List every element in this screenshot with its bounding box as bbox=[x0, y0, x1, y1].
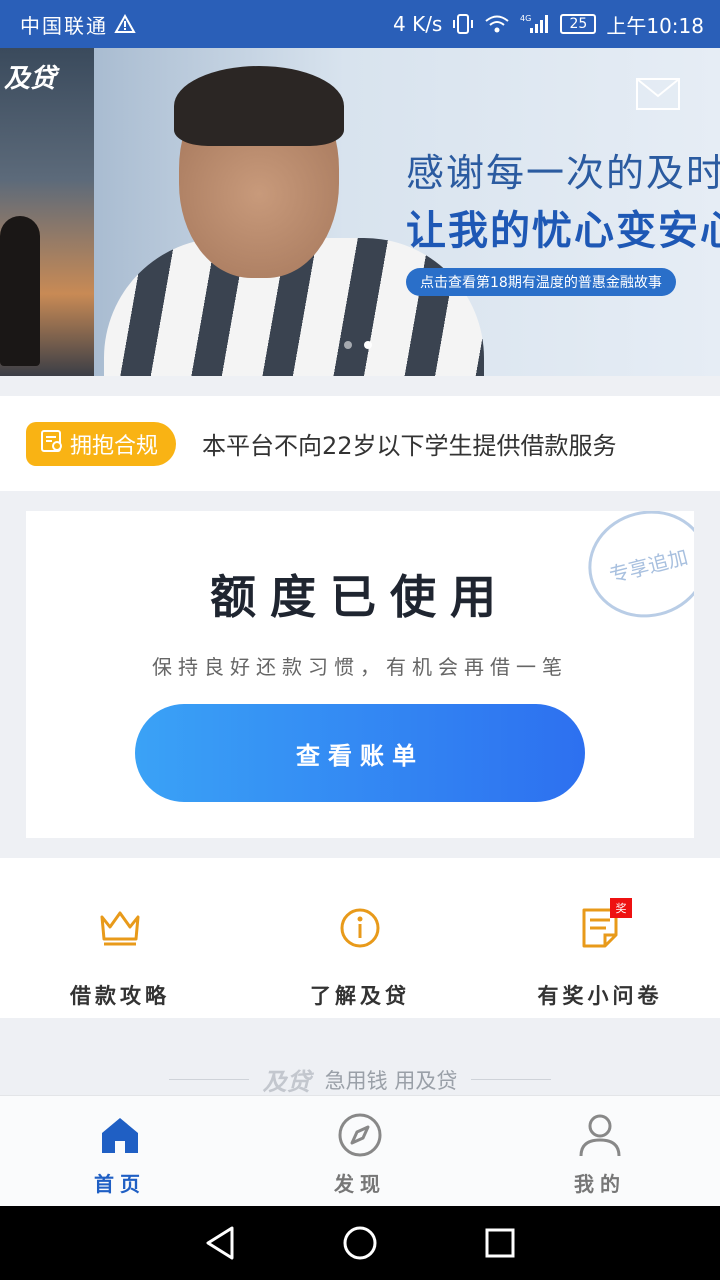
banner-prev-slide[interactable]: 及贷 bbox=[0, 48, 94, 376]
quick-action-label: 有奖小问卷 bbox=[537, 983, 663, 1008]
status-bar: 中国联通 4 K/s 4G 25 上午10:18 bbox=[0, 0, 720, 48]
quick-action-survey[interactable]: 奖 有奖小问卷 bbox=[480, 858, 720, 1018]
info-icon bbox=[338, 906, 382, 950]
tab-discover[interactable]: 发现 bbox=[240, 1096, 480, 1206]
survey-icon: 奖 bbox=[578, 898, 632, 950]
carousel-indicator bbox=[344, 341, 372, 349]
brand-logo: 及贷 bbox=[262, 1068, 311, 1096]
wifi-icon bbox=[484, 14, 510, 34]
quick-action-label: 了解及贷 bbox=[310, 983, 410, 1008]
credit-status-card: 专享追加 额度已使用 保持良好还款习惯，有机会再借一笔 查看账单 bbox=[26, 511, 694, 838]
compliance-notice[interactable]: 拥抱合规 本平台不向22岁以下学生提供借款服务 bbox=[0, 396, 720, 491]
quick-action-about[interactable]: 了解及贷 bbox=[240, 858, 480, 1018]
tab-home[interactable]: 首页 bbox=[0, 1096, 240, 1206]
banner-slide[interactable]: 感谢每一次的及时 让我的忧心变安心 点击查看第18期有温度的普惠金融故事 bbox=[94, 48, 720, 376]
award-badge: 奖 bbox=[610, 898, 632, 918]
footer-slogan: 及贷 急用钱 用及贷 bbox=[0, 1062, 720, 1097]
compass-icon bbox=[337, 1112, 383, 1158]
crown-icon bbox=[98, 906, 142, 950]
carrier-name: 中国联通 bbox=[20, 13, 108, 38]
brand-logo: 及贷 bbox=[4, 64, 57, 94]
banner-carousel[interactable]: 及贷 感谢每一次的及时 让我的忧心变安心 点击查看第18期有温度的普惠金融故事 bbox=[0, 48, 720, 376]
vibrate-icon bbox=[452, 13, 474, 35]
certificate-icon bbox=[40, 429, 64, 459]
carousel-dot-active bbox=[364, 341, 372, 349]
credit-status-subtitle: 保持良好还款习惯，有机会再借一笔 bbox=[152, 655, 568, 679]
clock: 上午10:18 bbox=[606, 13, 704, 38]
divider bbox=[471, 1079, 552, 1080]
tab-profile-label: 我的 bbox=[574, 1172, 626, 1196]
tab-home-label: 首页 bbox=[94, 1172, 146, 1196]
hiker-silhouette bbox=[0, 216, 40, 366]
credit-status-title: 额度已使用 bbox=[210, 570, 510, 624]
back-icon[interactable] bbox=[200, 1223, 240, 1263]
quick-action-loan-guide[interactable]: 借款攻略 bbox=[0, 858, 240, 1018]
svg-text:4G: 4G bbox=[520, 14, 531, 23]
slogan-text: 急用钱 用及贷 bbox=[324, 1068, 458, 1093]
profile-icon bbox=[577, 1112, 623, 1158]
tab-discover-label: 发现 bbox=[334, 1172, 386, 1196]
signal-icon: 4G bbox=[520, 13, 550, 35]
banner-story-link[interactable]: 点击查看第18期有温度的普惠金融故事 bbox=[406, 268, 676, 296]
banner-headline: 感谢每一次的及时 bbox=[406, 151, 720, 195]
net-speed: 4 K/s bbox=[393, 12, 443, 36]
warning-icon bbox=[114, 14, 136, 34]
battery-icon: 25 bbox=[560, 14, 597, 34]
recents-icon[interactable] bbox=[480, 1223, 520, 1263]
carousel-dot bbox=[344, 341, 352, 349]
compliance-badge: 拥抱合规 bbox=[26, 421, 177, 466]
quick-action-label: 借款攻略 bbox=[70, 983, 170, 1008]
mail-icon[interactable] bbox=[636, 78, 680, 110]
banner-subheadline: 让我的忧心变安心 bbox=[406, 208, 720, 254]
notice-text: 本平台不向22岁以下学生提供借款服务 bbox=[202, 432, 617, 460]
tab-profile[interactable]: 我的 bbox=[480, 1096, 720, 1206]
home-icon bbox=[97, 1112, 143, 1158]
bottom-nav: 首页 发现 我的 bbox=[0, 1095, 720, 1206]
person-hair bbox=[174, 66, 344, 146]
system-nav-bar bbox=[0, 1206, 720, 1280]
view-bill-button[interactable]: 查看账单 bbox=[135, 704, 585, 802]
home-button-icon[interactable] bbox=[340, 1223, 380, 1263]
quick-actions: 借款攻略 了解及贷 奖 有奖小问卷 bbox=[0, 858, 720, 1018]
divider bbox=[168, 1079, 249, 1080]
compliance-badge-label: 拥抱合规 bbox=[70, 433, 159, 459]
